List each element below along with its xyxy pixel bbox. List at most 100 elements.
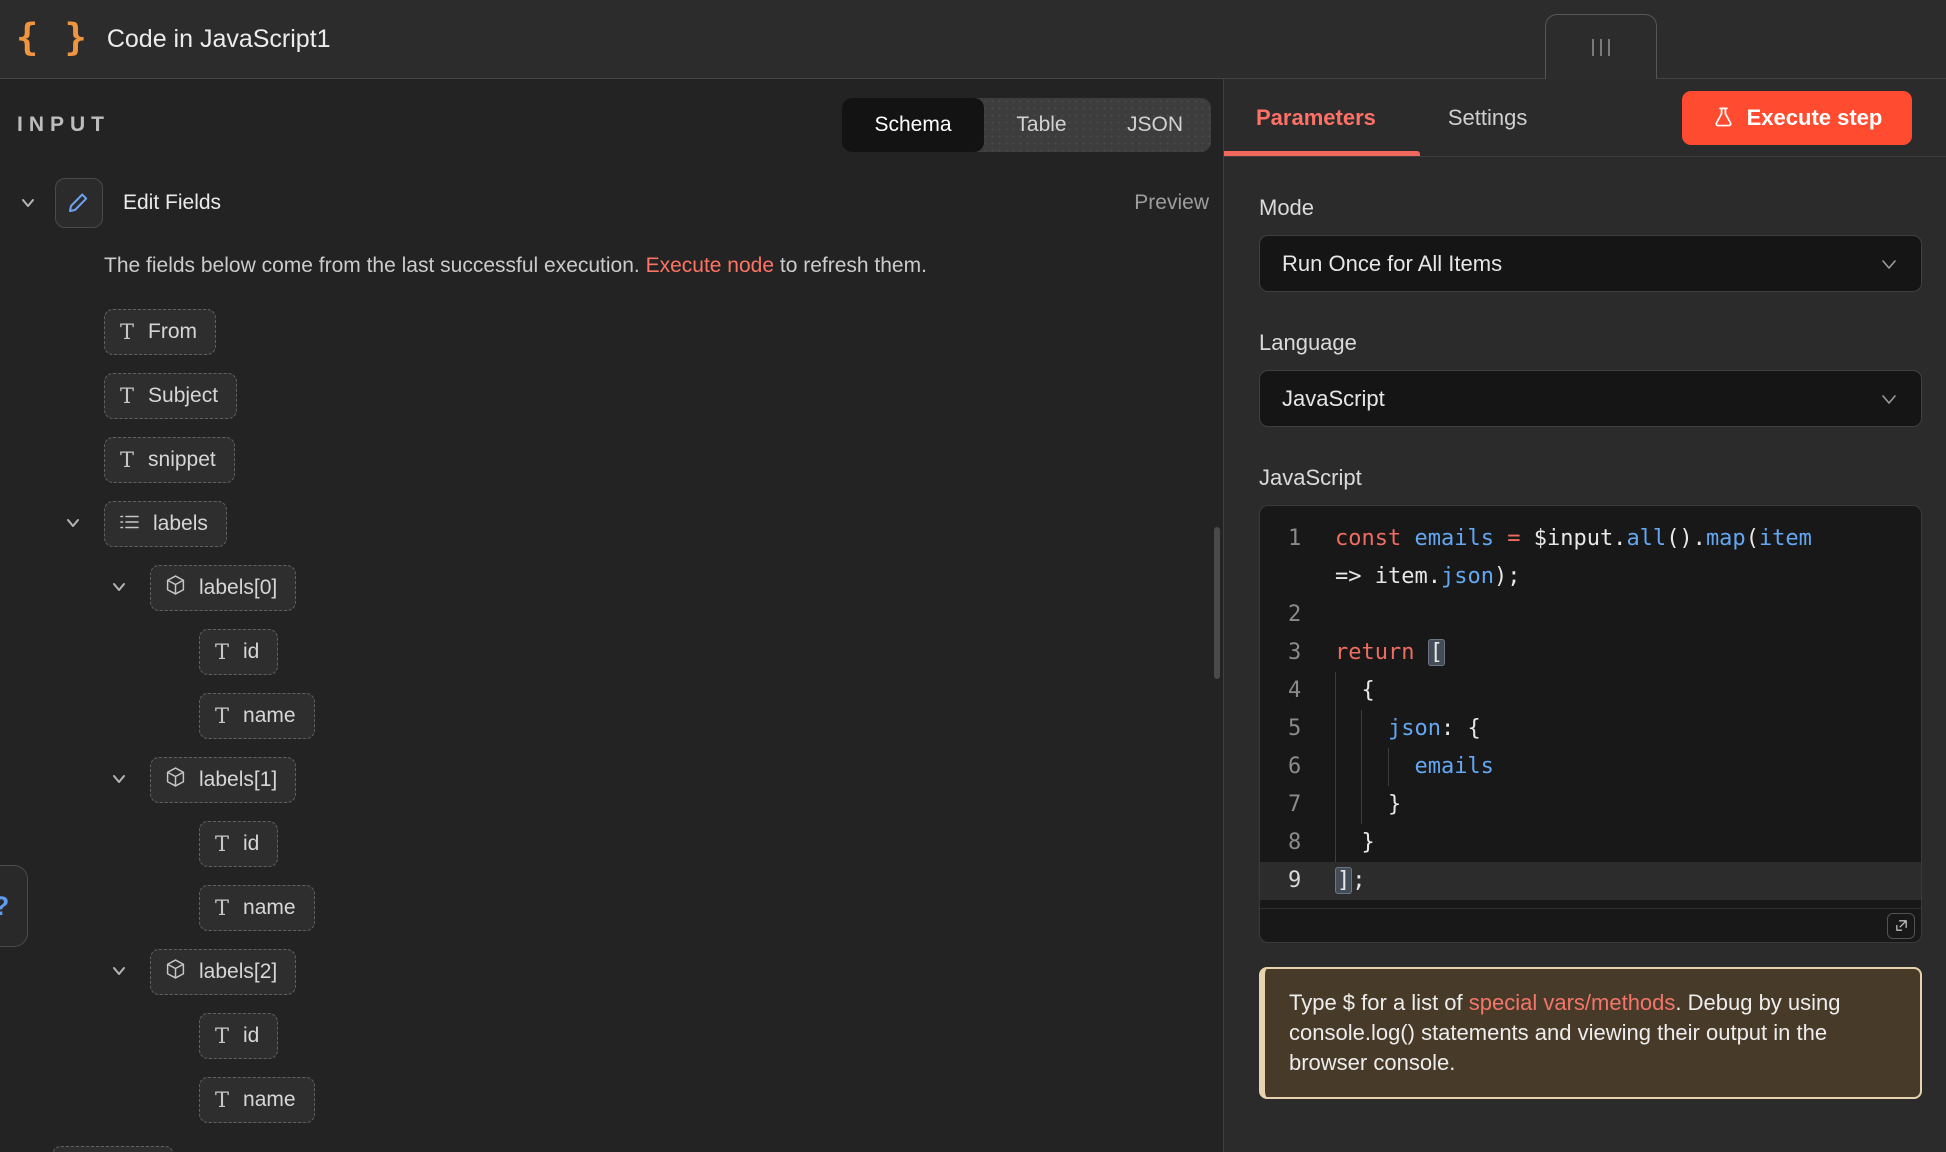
- schema-field-pill[interactable]: T From: [104, 309, 216, 355]
- flask-icon: [1712, 106, 1735, 129]
- schema-tree: TFromTSubjectTsnippetlabelslabels[0]TidT…: [0, 309, 1223, 1141]
- field-name: labels[0]: [199, 576, 277, 600]
- source-node-row: Edit Fields Preview: [17, 178, 1209, 228]
- line-number: 6: [1260, 748, 1335, 786]
- tree-row: labels[2]: [0, 949, 1223, 1013]
- grip-icon: [1600, 39, 1602, 56]
- field-name: From: [148, 320, 197, 344]
- code-line: 7}: [1260, 786, 1921, 824]
- edit-fields-node-icon[interactable]: [55, 178, 103, 228]
- titlebar: { } Code in JavaScript1: [0, 0, 1946, 79]
- chevron-down-icon: [1879, 254, 1899, 274]
- input-heading: INPUT: [17, 113, 110, 137]
- tree-row: Tname: [0, 693, 1223, 757]
- code-hint-box: Type $ for a list of special vars/method…: [1259, 967, 1922, 1099]
- schema-field-pill[interactable]: labels[0]: [150, 565, 296, 611]
- code-line: 2: [1260, 596, 1921, 634]
- field-name: name: [243, 704, 296, 728]
- tree-row: Tsnippet: [0, 437, 1223, 501]
- grip-icon: [1592, 39, 1594, 56]
- preview-label: Preview: [1134, 191, 1209, 215]
- text-icon: T: [120, 450, 134, 471]
- tree-row: labels[1]: [0, 757, 1223, 821]
- field-name: labels[1]: [199, 768, 277, 792]
- text-icon: T: [215, 642, 229, 663]
- expand-icon: [1894, 918, 1909, 933]
- special-vars-link[interactable]: special vars/methods: [1469, 990, 1676, 1015]
- line-number: 7: [1260, 786, 1335, 824]
- input-panel: INPUT Schema Table JSON Edit Fields Prev…: [0, 79, 1224, 1152]
- view-switcher: Schema Table JSON: [842, 98, 1211, 152]
- notice-text: to refresh them.: [774, 254, 927, 277]
- line-number: [1260, 558, 1335, 596]
- object-icon: [166, 959, 185, 985]
- line-number: 1: [1260, 520, 1335, 558]
- chevron-down-icon[interactable]: [62, 513, 84, 533]
- assistant-button[interactable]: ?: [0, 865, 28, 947]
- chevron-down-icon[interactable]: [108, 769, 130, 789]
- text-icon: T: [215, 1090, 229, 1111]
- schema-field-pill[interactable]: labels[1]: [150, 757, 296, 803]
- line-number: 8: [1260, 824, 1335, 862]
- schema-field-pill[interactable]: Tid: [199, 1013, 278, 1059]
- tree-row: Tname: [0, 885, 1223, 949]
- line-number: 2: [1260, 596, 1335, 634]
- chevron-down-icon[interactable]: [108, 961, 130, 981]
- mode-select[interactable]: Run Once for All Items: [1259, 235, 1922, 292]
- tree-row: T From: [0, 309, 1223, 373]
- text-icon: T: [215, 706, 229, 727]
- schema-field-pill[interactable]: Tsnippet: [104, 437, 235, 483]
- tree-row: labels: [0, 501, 1223, 565]
- parameters-tabbar: Parameters Settings Execute step: [1224, 79, 1946, 157]
- chevron-down-icon[interactable]: [108, 577, 130, 597]
- schema-field-pill[interactable]: Tname: [199, 1077, 315, 1123]
- expand-editor-button[interactable]: [1887, 913, 1915, 939]
- source-node-title: Edit Fields: [123, 191, 221, 215]
- schema-field-pill[interactable]: labels[2]: [150, 949, 296, 995]
- list-icon: [120, 512, 139, 536]
- field-name: id: [243, 832, 259, 856]
- code-line: 9];: [1260, 862, 1921, 900]
- mode-label: Mode: [1259, 195, 1922, 221]
- chevron-down-icon[interactable]: [17, 193, 39, 213]
- text-icon: T: [120, 322, 134, 343]
- tab-schema[interactable]: Schema: [842, 98, 984, 152]
- schema-field-pill[interactable]: Tid: [199, 629, 278, 675]
- language-value: JavaScript: [1282, 386, 1385, 412]
- schema-field-pill[interactable]: T Subject: [104, 373, 237, 419]
- notice-text: The fields below come from the last succ…: [104, 254, 646, 277]
- tab-settings[interactable]: Settings: [1448, 105, 1528, 131]
- tab-table[interactable]: Table: [984, 98, 1099, 152]
- field-name: snippet: [148, 448, 216, 472]
- code-editor[interactable]: 1const emails = $input.all().map(item=> …: [1259, 505, 1922, 943]
- text-icon: T: [215, 1026, 229, 1047]
- execute-node-link[interactable]: Execute node: [646, 254, 774, 277]
- chevron-down-icon: [1879, 389, 1899, 409]
- active-tab-underline: [1224, 151, 1420, 156]
- field-name: id: [243, 640, 259, 664]
- execute-step-label: Execute step: [1747, 105, 1883, 131]
- schema-field-pill[interactable]: Tid: [199, 821, 278, 867]
- schema-field-pill[interactable]: labels: [104, 501, 227, 547]
- input-panel-scrollbar[interactable]: [1214, 527, 1220, 679]
- text-icon: T: [120, 386, 134, 407]
- text-icon: T: [215, 834, 229, 855]
- execute-step-button[interactable]: Execute step: [1682, 91, 1912, 145]
- tree-row: Tid: [0, 629, 1223, 693]
- tree-row: labels[0]: [0, 565, 1223, 629]
- field-name: Subject: [148, 384, 218, 408]
- schema-notice: The fields below come from the last succ…: [104, 254, 1203, 278]
- code-line: 3return [: [1260, 634, 1921, 672]
- schema-field-pill-cutoff[interactable]: [52, 1146, 174, 1152]
- language-select[interactable]: JavaScript: [1259, 370, 1922, 427]
- tree-row: Tname: [0, 1077, 1223, 1141]
- schema-field-pill[interactable]: Tname: [199, 693, 315, 739]
- tab-parameters[interactable]: Parameters: [1256, 105, 1376, 131]
- code-node-icon: { }: [16, 16, 89, 59]
- object-icon: [166, 767, 185, 793]
- field-name: labels[2]: [199, 960, 277, 984]
- schema-field-pill[interactable]: Tname: [199, 885, 315, 931]
- tab-json[interactable]: JSON: [1099, 98, 1211, 152]
- panel-drag-handle[interactable]: [1545, 14, 1657, 79]
- tree-row: T Subject: [0, 373, 1223, 437]
